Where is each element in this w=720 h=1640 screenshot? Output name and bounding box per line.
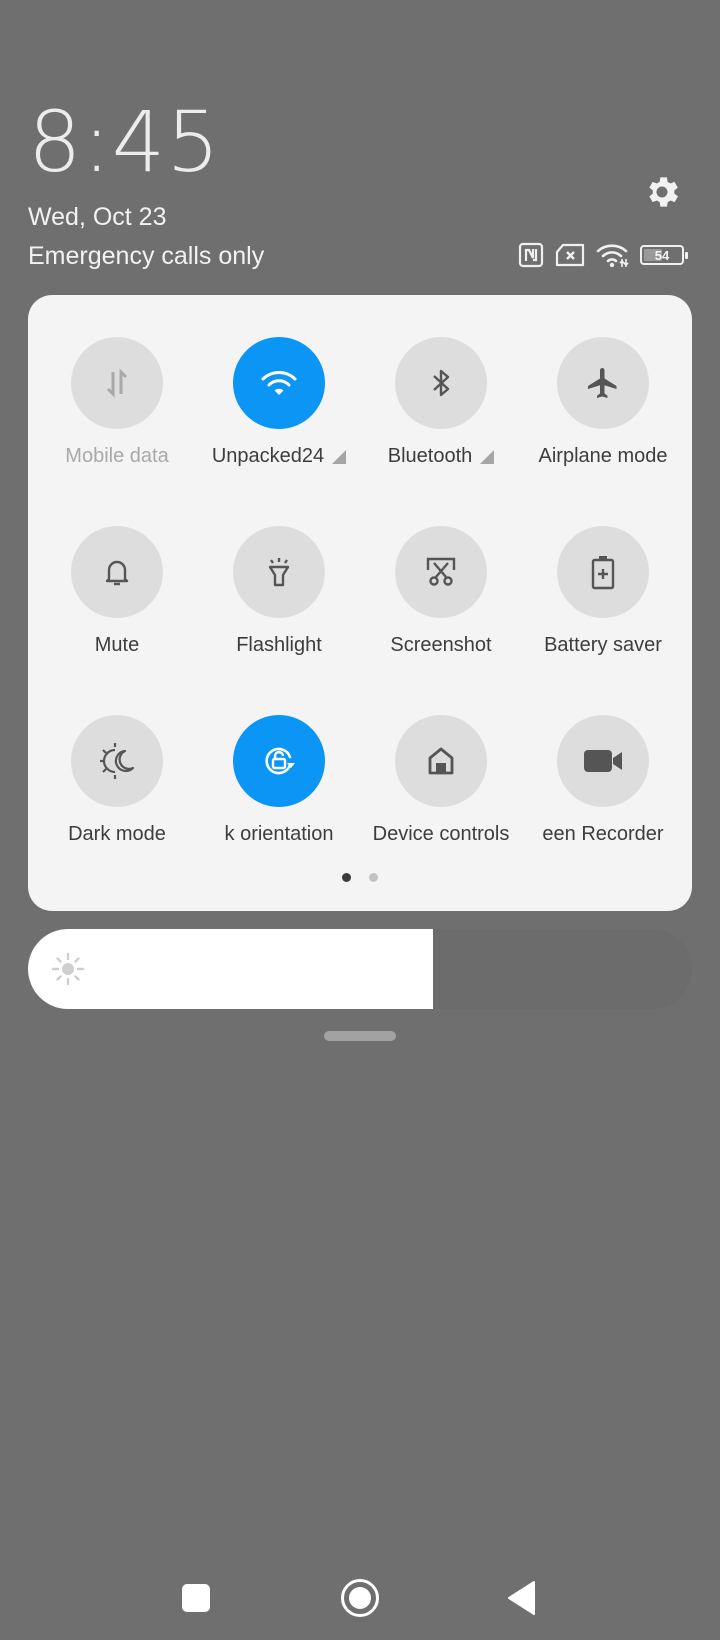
tile-wifi[interactable]: Unpacked24 bbox=[198, 337, 360, 468]
tile-flashlight-toggle[interactable] bbox=[233, 526, 325, 618]
tile-screenshot[interactable]: Screenshot bbox=[360, 526, 522, 657]
tile-label: Mobile data bbox=[65, 445, 169, 467]
tile-battery-saver-toggle[interactable] bbox=[557, 526, 649, 618]
settings-button[interactable] bbox=[642, 172, 682, 212]
nfc-icon bbox=[518, 242, 544, 268]
home-button[interactable] bbox=[338, 1576, 382, 1620]
navigation-bar bbox=[0, 1560, 720, 1630]
gear-icon bbox=[649, 177, 678, 207]
wifi-icon bbox=[261, 371, 297, 395]
airplane-icon bbox=[588, 368, 617, 398]
clock-time[interactable]: 8:45 bbox=[28, 100, 221, 184]
tile-label: Flashlight bbox=[236, 634, 322, 656]
tile-screenshot-toggle[interactable] bbox=[395, 526, 487, 618]
tile-wifi-toggle[interactable] bbox=[233, 337, 325, 429]
tile-label: een Recorder bbox=[542, 823, 664, 845]
tile-label: Device controls bbox=[372, 823, 510, 845]
brightness-slider[interactable] bbox=[28, 929, 692, 1009]
bell-icon bbox=[105, 560, 129, 586]
tile-mute-toggle[interactable] bbox=[71, 526, 163, 618]
rotation-lock-icon bbox=[265, 747, 295, 775]
tile-label: Mute bbox=[94, 634, 140, 656]
tile-label[interactable]: Unpacked24 bbox=[198, 445, 360, 468]
video-camera-icon bbox=[584, 750, 622, 772]
tile-mobile-data[interactable]: Mobile data bbox=[36, 337, 198, 468]
tile-battery-saver[interactable]: Battery saver bbox=[522, 526, 684, 657]
date-label[interactable]: Wed, Oct 23 bbox=[28, 203, 167, 232]
tile-label: k orientation bbox=[224, 823, 334, 845]
page-indicator bbox=[28, 873, 692, 882]
home-icon bbox=[428, 747, 454, 775]
quick-settings-grid: Mobile data Unpacked24 Bluetooth Airplan… bbox=[28, 337, 692, 846]
tile-label: Battery saver bbox=[544, 634, 662, 656]
battery-icon: 54 bbox=[640, 245, 688, 265]
battery-level: 54 bbox=[654, 247, 670, 263]
status-bar-icons: 54 bbox=[518, 240, 688, 270]
page-dot-2[interactable] bbox=[369, 873, 378, 882]
tile-mute[interactable]: Mute bbox=[36, 526, 198, 657]
tile-label: Airplane mode bbox=[538, 445, 668, 467]
back-button[interactable] bbox=[500, 1576, 544, 1620]
sun-icon bbox=[51, 952, 85, 986]
flashlight-icon bbox=[268, 558, 290, 587]
battery-indicator: 54 bbox=[640, 245, 688, 265]
battery-saver-icon bbox=[591, 556, 615, 590]
tile-bluetooth[interactable]: Bluetooth bbox=[360, 337, 522, 468]
carrier-status: Emergency calls only bbox=[28, 242, 265, 270]
recents-button[interactable] bbox=[174, 1576, 218, 1620]
tile-dark-mode[interactable]: Dark mode bbox=[36, 715, 198, 846]
mobile-data-icon bbox=[106, 368, 128, 398]
expand-triangle-icon[interactable] bbox=[332, 449, 347, 464]
brightness-fill bbox=[28, 929, 434, 1009]
back-triangle-icon bbox=[508, 1581, 535, 1615]
recents-square-icon bbox=[182, 1584, 210, 1612]
dark-mode-icon bbox=[100, 743, 135, 779]
tile-lock-orientation[interactable]: k orientation bbox=[198, 715, 360, 846]
tile-airplane-mode[interactable]: Airplane mode bbox=[522, 337, 684, 468]
tile-dark-mode-toggle[interactable] bbox=[71, 715, 163, 807]
page-dot-1[interactable] bbox=[342, 873, 351, 882]
expand-triangle-icon[interactable] bbox=[480, 449, 495, 464]
tile-flashlight[interactable]: Flashlight bbox=[198, 526, 360, 657]
quick-settings-panel: Mobile data Unpacked24 Bluetooth Airplan… bbox=[28, 295, 692, 911]
tile-device-controls-toggle[interactable] bbox=[395, 715, 487, 807]
tile-mobile-data-toggle[interactable] bbox=[71, 337, 163, 429]
tile-label: Dark mode bbox=[68, 823, 166, 845]
tile-screen-recorder[interactable]: een Recorder bbox=[522, 715, 684, 846]
wifi-icon bbox=[596, 242, 630, 268]
home-circle-icon bbox=[341, 1579, 379, 1617]
screenshot-icon bbox=[426, 557, 456, 586]
tile-device-controls[interactable]: Device controls bbox=[360, 715, 522, 846]
bluetooth-icon bbox=[433, 369, 450, 397]
tile-screen-recorder-toggle[interactable] bbox=[557, 715, 649, 807]
tile-bluetooth-toggle[interactable] bbox=[395, 337, 487, 429]
tile-airplane-mode-toggle[interactable] bbox=[557, 337, 649, 429]
tile-label[interactable]: Bluetooth bbox=[360, 445, 522, 468]
tile-label: Screenshot bbox=[390, 634, 492, 656]
tile-lock-orientation-toggle[interactable] bbox=[233, 715, 325, 807]
no-sim-icon bbox=[554, 243, 586, 267]
panel-drag-handle[interactable] bbox=[324, 1031, 396, 1041]
